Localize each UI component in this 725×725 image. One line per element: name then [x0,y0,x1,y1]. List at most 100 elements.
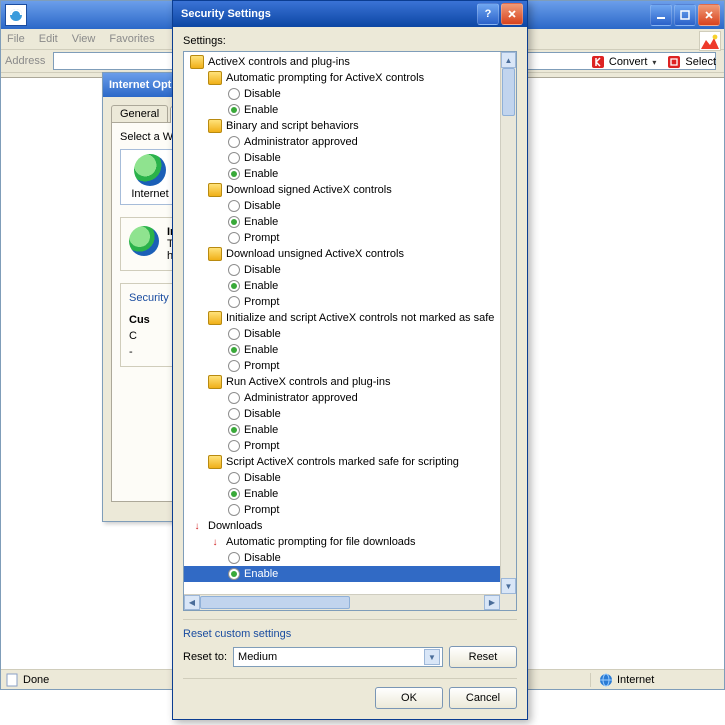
vertical-scroll-thumb[interactable] [502,68,515,116]
ie-throbber-icon [699,31,721,51]
radio-icon [228,168,240,180]
radio-icon [228,264,240,276]
reset-button[interactable]: Reset [449,646,517,668]
setting-option[interactable]: Disable [184,406,500,422]
setting-option-label: Prompt [244,440,279,452]
select-button-label: Select [685,56,716,68]
radio-icon [228,424,240,436]
radio-icon [228,328,240,340]
activex-icon [208,71,222,85]
setting-option[interactable]: Enable [184,566,500,582]
setting-option[interactable]: Disable [184,326,500,342]
chevron-down-icon: ▼ [424,649,440,665]
horizontal-scrollbar[interactable]: ◀ ▶ [184,594,500,610]
menu-favorites[interactable]: Favorites [109,33,154,45]
setting-option[interactable]: Prompt [184,294,500,310]
zone-internet[interactable]: Internet [120,149,180,205]
reset-to-value: Medium [238,651,277,663]
ok-button[interactable]: OK [375,687,443,709]
radio-icon [228,392,240,404]
radio-icon [228,88,240,100]
tab-general[interactable]: General [111,105,168,122]
menu-view[interactable]: View [72,33,96,45]
radio-icon [228,152,240,164]
setting-category: ActiveX controls and plug-ins [184,54,500,70]
address-label: Address [5,55,45,67]
setting-option[interactable]: Prompt [184,358,500,374]
setting-option[interactable]: Enable [184,342,500,358]
menu-file[interactable]: File [7,33,25,45]
setting-option[interactable]: Administrator approved [184,390,500,406]
activex-icon [208,247,222,261]
radio-icon [228,488,240,500]
setting-category-label: Downloads [208,520,262,532]
setting-option[interactable]: Enable [184,166,500,182]
activex-icon [208,375,222,389]
setting-option-label: Enable [244,568,278,580]
reset-to-label: Reset to: [183,651,227,663]
horizontal-scroll-track[interactable] [200,595,484,610]
setting-option[interactable]: Disable [184,86,500,102]
menu-edit[interactable]: Edit [39,33,58,45]
activex-icon [208,183,222,197]
reset-to-select[interactable]: Medium ▼ [233,647,443,667]
scroll-down-button[interactable]: ▼ [501,578,516,594]
zone-globe-icon [599,673,613,687]
scroll-right-button[interactable]: ▶ [484,595,500,610]
vertical-scroll-track[interactable] [501,68,516,578]
setting-option[interactable]: Enable [184,278,500,294]
vertical-scrollbar[interactable]: ▲ ▼ [500,52,516,594]
setting-option[interactable]: Enable [184,486,500,502]
download-icon: ↓ [190,519,204,533]
setting-group-label: Automatic prompting for ActiveX controls [226,72,424,84]
setting-option[interactable]: Disable [184,198,500,214]
security-settings-dialog: Security Settings ? Settings: ActiveX co… [172,0,528,720]
setting-group: Automatic prompting for ActiveX controls [184,70,500,86]
setting-group-label: Run ActiveX controls and plug-ins [226,376,390,388]
setting-option-label: Prompt [244,360,279,372]
globe-icon [134,154,166,186]
help-button[interactable]: ? [477,3,499,25]
setting-option[interactable]: Disable [184,150,500,166]
setting-option[interactable]: Disable [184,550,500,566]
activex-icon [208,311,222,325]
select-button[interactable]: Select [666,54,716,70]
select-icon [666,54,682,70]
settings-tree-container: ActiveX controls and plug-ins Automatic p… [183,51,517,611]
globe-icon [129,226,159,256]
security-settings-title-text: Security Settings [181,8,475,20]
setting-option[interactable]: Prompt [184,230,500,246]
settings-tree[interactable]: ActiveX controls and plug-ins Automatic p… [184,52,500,594]
setting-category-label: ActiveX controls and plug-ins [208,56,350,68]
setting-option-label: Administrator approved [244,136,358,148]
settings-label: Settings: [183,35,517,47]
setting-group-label: Download unsigned ActiveX controls [226,248,404,260]
setting-category: ↓ Downloads [184,518,500,534]
minimize-button[interactable] [650,4,672,26]
maximize-button[interactable] [674,4,696,26]
setting-group-label: Automatic prompting for file downloads [226,536,416,548]
setting-option[interactable]: Disable [184,262,500,278]
setting-option[interactable]: Enable [184,422,500,438]
close-button[interactable] [501,3,523,25]
setting-option-label: Enable [244,488,278,500]
setting-option[interactable]: Enable [184,214,500,230]
setting-option[interactable]: Disable [184,470,500,486]
close-button[interactable] [698,4,720,26]
horizontal-scroll-thumb[interactable] [200,596,350,609]
setting-option[interactable]: Enable [184,102,500,118]
zone-internet-label: Internet [131,188,168,200]
setting-option[interactable]: Prompt [184,502,500,518]
activex-icon [208,455,222,469]
reset-custom-settings-header: Reset custom settings [183,619,517,640]
setting-option[interactable]: Administrator approved [184,134,500,150]
setting-option-label: Disable [244,408,281,420]
scroll-left-button[interactable]: ◀ [184,595,200,610]
cancel-button[interactable]: Cancel [449,687,517,709]
convert-button[interactable]: Convert ▾ [590,54,657,70]
setting-option[interactable]: Prompt [184,438,500,454]
convert-button-label: Convert [609,56,648,68]
scroll-up-button[interactable]: ▲ [501,52,516,68]
setting-group: ↓Automatic prompting for file downloads [184,534,500,550]
setting-option-label: Enable [244,280,278,292]
